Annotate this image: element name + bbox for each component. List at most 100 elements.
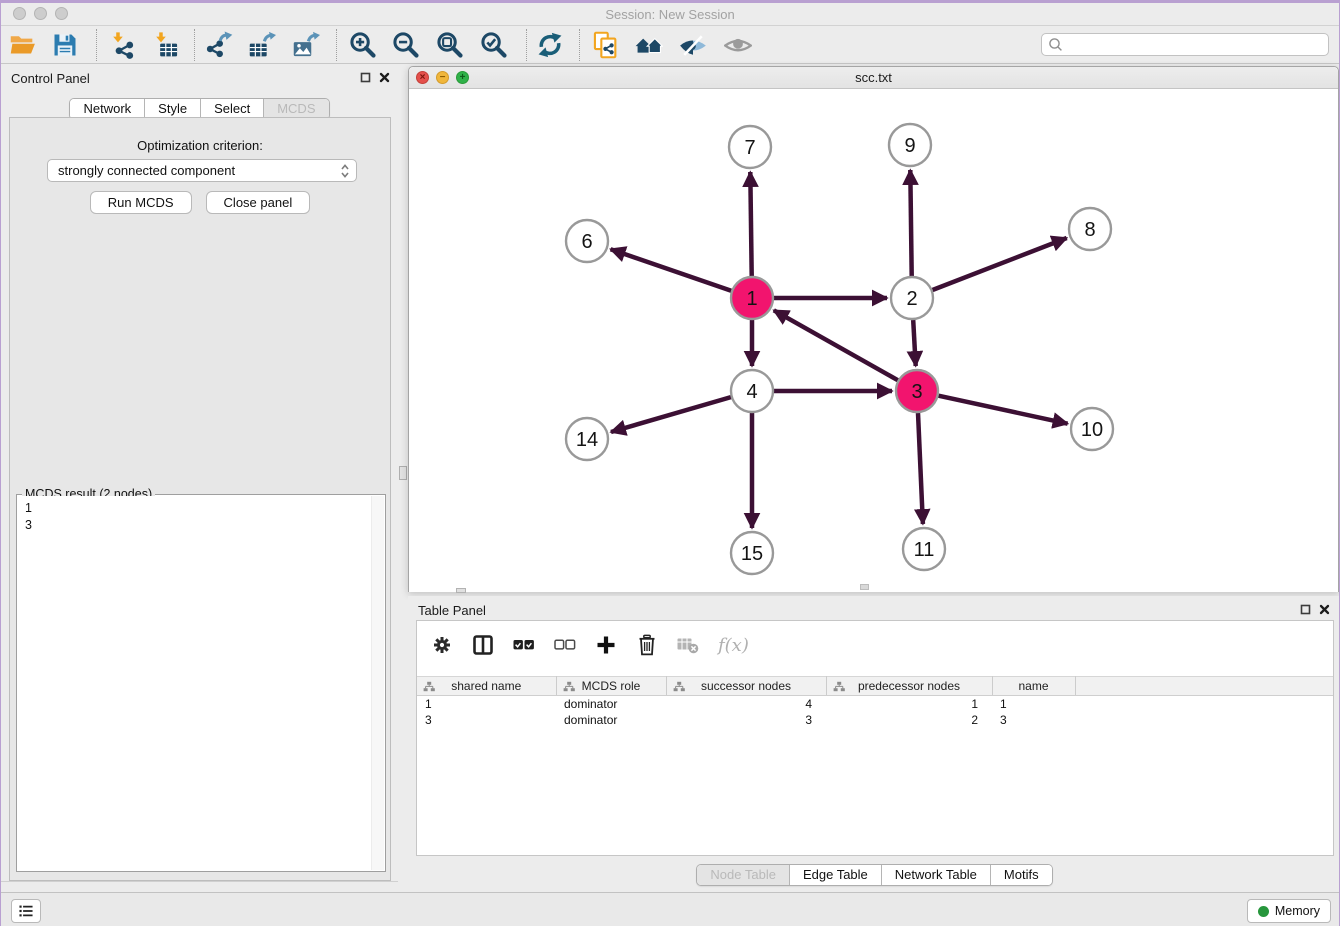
tab-network[interactable]: Network: [70, 99, 144, 119]
open-folder-icon: [9, 31, 37, 59]
close-panel-icon[interactable]: [379, 72, 390, 83]
graph-edge-3-10[interactable]: [939, 396, 1068, 424]
mcds-result-text[interactable]: 13: [18, 496, 371, 870]
graph-edge-2-8[interactable]: [933, 238, 1067, 290]
table-cell[interactable]: 2: [826, 712, 992, 728]
import-table-icon: [152, 31, 180, 59]
tab-edge-table[interactable]: Edge Table: [789, 865, 881, 885]
table-cell[interactable]: dominator: [556, 712, 666, 728]
export-image-button[interactable]: [289, 28, 323, 62]
table-row[interactable]: 3dominator323: [417, 712, 1333, 728]
deselect-all-rows-button[interactable]: [554, 633, 578, 657]
column-header-successor-nodes[interactable]: successor nodes: [666, 677, 826, 696]
list-icon: [18, 902, 34, 920]
result-scrollbar[interactable]: [371, 496, 384, 870]
tab-network-table[interactable]: Network Table: [881, 865, 990, 885]
column-header-mcds-role[interactable]: MCDS role: [556, 677, 666, 696]
result-line: 1: [25, 500, 371, 517]
zoom-in-icon: [349, 31, 377, 59]
apply-function-button[interactable]: f(x): [718, 633, 749, 657]
search-box[interactable]: [1041, 33, 1329, 56]
import-network-button[interactable]: [106, 28, 140, 62]
close-window-button[interactable]: [13, 7, 26, 20]
save-session-button[interactable]: [48, 28, 82, 62]
table-row[interactable]: 1dominator411: [417, 696, 1333, 712]
graph-edge-4-14[interactable]: [611, 397, 731, 432]
splitter-handle[interactable]: [399, 466, 407, 480]
result-line: 3: [25, 517, 371, 534]
column-header-name[interactable]: name: [992, 677, 1075, 696]
criterion-dropdown[interactable]: strongly connected component: [47, 159, 357, 182]
function-icon: f(x): [718, 635, 749, 656]
table-cell[interactable]: 4: [666, 696, 826, 712]
save-icon: [51, 31, 79, 59]
export-table-button[interactable]: [245, 28, 279, 62]
graph-edge-1-6[interactable]: [611, 249, 732, 291]
refresh-view-button[interactable]: [533, 28, 567, 62]
graph-edge-2-9[interactable]: [910, 170, 911, 276]
table-cell[interactable]: 1: [826, 696, 992, 712]
column-header-shared-name[interactable]: shared name: [417, 677, 556, 696]
graph-edge-3-1[interactable]: [774, 310, 898, 380]
vertical-splitter[interactable]: [398, 64, 408, 892]
graph-edge-2-3[interactable]: [913, 320, 916, 366]
tab-style[interactable]: Style: [144, 99, 200, 119]
network-canvas[interactable]: 1234678910111415: [409, 89, 1338, 592]
clone-network-button[interactable]: [589, 28, 623, 62]
close-panel-button[interactable]: Close panel: [206, 191, 311, 214]
minimize-window-button[interactable]: [34, 7, 47, 20]
tab-node-table[interactable]: Node Table: [697, 865, 789, 885]
add-column-button[interactable]: [595, 633, 619, 657]
select-all-rows-button[interactable]: [513, 633, 537, 657]
table-cell[interactable]: 1: [992, 696, 1075, 712]
zoom-in-button[interactable]: [346, 28, 380, 62]
graph-edge-3-11[interactable]: [918, 413, 923, 524]
float-panel-icon[interactable]: [1300, 604, 1311, 615]
canvas-scroll-handle[interactable]: [860, 584, 869, 590]
float-panel-icon[interactable]: [360, 72, 371, 83]
table-cell[interactable]: 1: [417, 696, 556, 712]
table-toolbar: f(x): [417, 621, 1333, 669]
memory-button[interactable]: Memory: [1247, 899, 1331, 923]
preview-button[interactable]: [721, 28, 755, 62]
window-controls[interactable]: [13, 7, 68, 20]
tab-select[interactable]: Select: [200, 99, 263, 119]
network-window: × − + scc.txt 1234678910111415: [408, 66, 1339, 592]
title-bar[interactable]: Session: New Session: [1, 3, 1339, 26]
home-button[interactable]: [632, 28, 666, 62]
refresh-icon: [536, 31, 564, 59]
table-cell[interactable]: 3: [417, 712, 556, 728]
tab-motifs[interactable]: Motifs: [990, 865, 1052, 885]
zoom-out-button[interactable]: [389, 28, 423, 62]
show-hide-graphics-button[interactable]: [676, 28, 710, 62]
maximize-window-button[interactable]: [55, 7, 68, 20]
graph-node-label-10: 10: [1081, 419, 1103, 441]
table-cell[interactable]: 3: [666, 712, 826, 728]
zoom-fit-button[interactable]: [433, 28, 467, 62]
tab-mcds[interactable]: MCDS: [263, 99, 328, 119]
open-file-button[interactable]: [6, 28, 40, 62]
delete-table-button[interactable]: [677, 633, 701, 657]
close-panel-icon[interactable]: [1319, 604, 1330, 615]
column-header-predecessor-nodes[interactable]: predecessor nodes: [826, 677, 992, 696]
table-settings-button[interactable]: [431, 633, 455, 657]
import-table-button[interactable]: [149, 28, 183, 62]
search-input[interactable]: [1067, 36, 1322, 53]
graph-edge-1-7[interactable]: [750, 172, 751, 276]
node-table: shared nameMCDS rolesuccessor nodesprede…: [417, 676, 1333, 728]
table-panel-title: Table Panel: [418, 603, 486, 618]
preview-eye-icon: [724, 31, 752, 59]
table-cell[interactable]: dominator: [556, 696, 666, 712]
toolbar-separator: [579, 29, 580, 61]
zoom-selected-button[interactable]: [477, 28, 511, 62]
table-cell[interactable]: 3: [992, 712, 1075, 728]
horizontal-splitter-handle[interactable]: [456, 588, 466, 593]
delete-column-button[interactable]: [636, 633, 660, 657]
export-network-button[interactable]: [202, 28, 236, 62]
show-hide-eye-icon: [679, 31, 707, 59]
search-icon: [1048, 37, 1063, 52]
column-layout-button[interactable]: [472, 633, 496, 657]
network-window-titlebar[interactable]: × − + scc.txt: [409, 67, 1338, 89]
run-mcds-button[interactable]: Run MCDS: [90, 191, 192, 214]
task-history-button[interactable]: [11, 899, 41, 923]
